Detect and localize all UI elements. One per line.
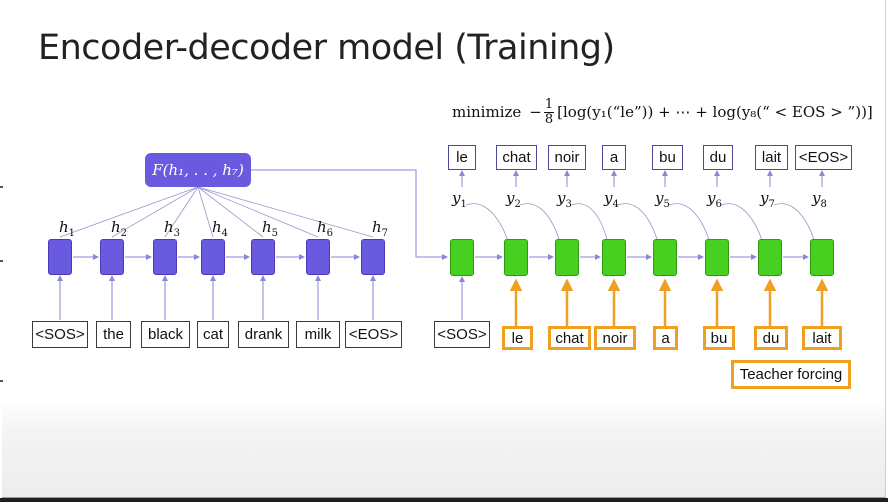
- decoder-output-word: bu: [652, 145, 683, 170]
- decoder-prediction-label: y7: [760, 189, 775, 210]
- decoder-rnn-cell: [705, 239, 729, 276]
- encoder-rnn-cell: [306, 239, 330, 275]
- encoder-input-word: black: [141, 321, 190, 348]
- decoder-prediction-label: y1: [452, 189, 467, 210]
- encoder-input-word: <SOS>: [32, 321, 88, 348]
- decoder-output-word: lait: [755, 145, 788, 170]
- decoder-start-input: <SOS>: [434, 321, 490, 348]
- teacher-forced-input-word: lait: [802, 326, 842, 350]
- decoder-output-word: le: [448, 145, 476, 170]
- teacher-forced-input-word: a: [653, 326, 678, 350]
- encoder-rnn-cell: [251, 239, 275, 275]
- encoder-hidden-label: h5: [262, 218, 279, 239]
- encoder-hidden-label: h6: [317, 218, 334, 239]
- teacher-forced-input-word: bu: [703, 326, 735, 350]
- teacher-forced-input-word: chat: [548, 326, 591, 350]
- decoder-output-word: a: [602, 145, 626, 170]
- encoder-input-word: milk: [296, 321, 340, 348]
- decoder-prediction-label: y4: [604, 189, 619, 210]
- encoder-input-word: <EOS>: [345, 321, 402, 348]
- encoder-rnn-cell: [100, 239, 124, 275]
- decoder-rnn-cell: [653, 239, 677, 276]
- decoder-output-word: noir: [548, 145, 586, 170]
- decoder-output-word: <EOS>: [795, 145, 852, 170]
- decoder-prediction-label: y3: [557, 189, 572, 210]
- decoder-rnn-cell: [758, 239, 782, 276]
- encoder-input-word: the: [96, 321, 131, 348]
- teacher-forced-input-word: noir: [594, 326, 636, 350]
- encoder-rnn-cell: [153, 239, 177, 275]
- encoder-input-word: drank: [238, 321, 289, 348]
- encoder-input-word: cat: [197, 321, 229, 348]
- teacher-forcing-label: Teacher forcing: [731, 360, 851, 389]
- decoder-output-word: chat: [496, 145, 537, 170]
- encoder-hidden-label: h4: [212, 218, 229, 239]
- context-aggregate-node: F(h₁, . . , h₇): [145, 153, 251, 187]
- encoder-rnn-cell: [361, 239, 385, 275]
- encoder-hidden-label: h7: [372, 218, 389, 239]
- decoder-rnn-cell: [504, 239, 528, 276]
- decoder-rnn-cell: [810, 239, 834, 276]
- decoder-rnn-cell: [450, 239, 474, 276]
- diagram-connections: [57, 169, 829, 326]
- decoder-prediction-label: y5: [655, 189, 670, 210]
- decoder-prediction-label: y8: [812, 189, 827, 210]
- decoder-rnn-cell: [602, 239, 626, 276]
- encoder-hidden-label: h1: [59, 218, 76, 239]
- teacher-forced-input-word: du: [754, 326, 788, 350]
- decoder-prediction-label: y2: [506, 189, 521, 210]
- decoder-output-word: du: [703, 145, 733, 170]
- teacher-forced-input-word: le: [502, 326, 533, 350]
- encoder-rnn-cell: [48, 239, 72, 275]
- encoder-rnn-cell: [201, 239, 225, 275]
- encoder-hidden-label: h2: [111, 218, 128, 239]
- decoder-prediction-label: y6: [707, 189, 722, 210]
- decoder-rnn-cell: [555, 239, 579, 276]
- encoder-hidden-label: h3: [164, 218, 181, 239]
